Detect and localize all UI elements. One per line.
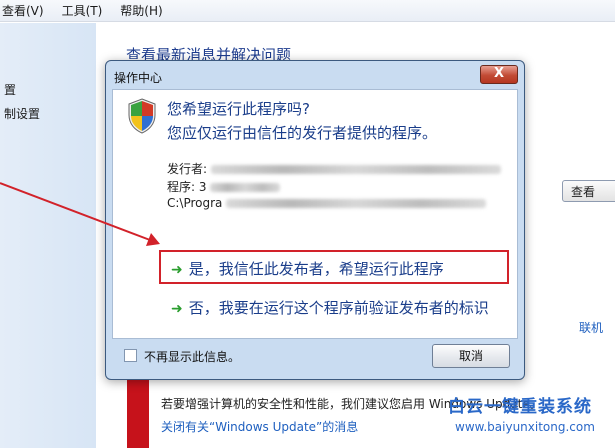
dialog-question: 您希望运行此程序吗?: [167, 100, 310, 118]
dont-show-label: 不再显示此信息。: [144, 350, 241, 364]
watermark-url: www.baiyunxitong.com: [455, 420, 595, 434]
program-label: 程序: 3: [167, 180, 207, 194]
cancel-button[interactable]: 取消: [432, 344, 510, 368]
uac-shield-icon: [128, 98, 156, 134]
path-redacted: [226, 199, 487, 208]
menu-view[interactable]: 查看(V): [2, 2, 44, 19]
dialog-footer: 不再显示此信息。 取消: [112, 341, 518, 373]
green-arrow-icon: ➜: [171, 262, 183, 278]
publisher-redacted: [210, 165, 501, 174]
sidebar-item-1[interactable]: 置: [4, 81, 16, 98]
close-button[interactable]: X: [480, 65, 518, 84]
warning-bar: [127, 380, 149, 448]
program-row: 程序: 3: [167, 178, 281, 195]
trust-option-label: 是，我信任此发布者，希望运行此程序: [188, 260, 444, 278]
close-icon: X: [493, 66, 505, 81]
dialog-advice: 您应仅运行由信任的发行者提供的程序。: [167, 124, 438, 142]
view-button[interactable]: 查看: [562, 180, 615, 202]
path-row: C:\Progra: [167, 196, 487, 210]
green-arrow-icon: ➜: [171, 301, 183, 317]
publisher-label: 发行者:: [167, 162, 208, 176]
verify-publisher-option[interactable]: ➜ 否，我要在运行这个程序前验证发布者的标识: [159, 296, 509, 346]
menu-bar: 查看(V) 工具(T) 帮助(H): [0, 0, 615, 22]
dialog-body: 您希望运行此程序吗? 您应仅运行由信任的发行者提供的程序。 发行者: 程序: 3…: [112, 89, 518, 339]
dont-show-checkbox[interactable]: [124, 349, 137, 362]
menu-tools[interactable]: 工具(T): [62, 2, 103, 19]
verify-option-label: 否，我要在运行这个程序前验证发布者的标识: [188, 299, 489, 317]
watermark-title: 白云一键重装系统: [448, 397, 592, 417]
online-link[interactable]: 联机: [579, 319, 603, 336]
program-redacted: [210, 183, 281, 192]
sidebar: 置 制设置: [0, 23, 96, 448]
windows-update-dismiss-link[interactable]: 关闭有关“Windows Update”的消息: [161, 418, 358, 435]
path-label: C:\Progra: [167, 196, 223, 210]
publisher-row: 发行者:: [167, 160, 501, 177]
menu-help[interactable]: 帮助(H): [120, 2, 162, 19]
action-center-dialog: 操作中心 X 您希望运行此程序吗? 您应仅运行由信任的发行者提供的程序。 发行者…: [105, 60, 525, 380]
dialog-title: 操作中心: [114, 71, 163, 85]
sidebar-item-2[interactable]: 制设置: [4, 105, 40, 122]
trust-publisher-option[interactable]: ➜ 是，我信任此发布者，希望运行此程序: [159, 250, 509, 284]
